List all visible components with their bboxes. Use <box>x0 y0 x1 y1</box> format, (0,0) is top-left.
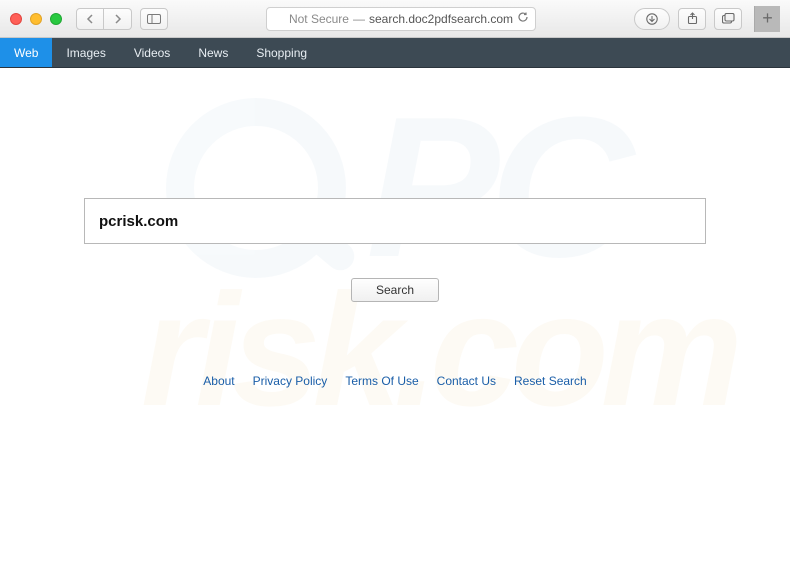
footer-link-terms[interactable]: Terms Of Use <box>345 374 418 388</box>
back-button[interactable] <box>76 8 104 30</box>
browser-toolbar: Not Secure — search.doc2pdfsearch.com + <box>0 0 790 38</box>
tab-web[interactable]: Web <box>0 38 52 67</box>
security-status: Not Secure <box>289 12 349 26</box>
search-area: Search About Privacy Policy Terms Of Use… <box>0 68 790 388</box>
tab-images[interactable]: Images <box>52 38 119 67</box>
minimize-window-button[interactable] <box>30 13 42 25</box>
toolbar-right: + <box>634 6 780 32</box>
close-window-button[interactable] <box>10 13 22 25</box>
footer-link-privacy[interactable]: Privacy Policy <box>253 374 328 388</box>
tab-label: News <box>198 46 228 60</box>
tab-label: Images <box>66 46 105 60</box>
address-bar[interactable]: Not Secure — search.doc2pdfsearch.com <box>266 7 536 31</box>
downloads-button[interactable] <box>634 8 670 30</box>
window-controls <box>10 13 62 25</box>
address-url: search.doc2pdfsearch.com <box>369 12 513 26</box>
footer-link-reset[interactable]: Reset Search <box>514 374 587 388</box>
tabs-button[interactable] <box>714 8 742 30</box>
category-tabs: Web Images Videos News Shopping <box>0 38 790 68</box>
tab-label: Videos <box>134 46 170 60</box>
footer-link-about[interactable]: About <box>203 374 234 388</box>
search-input[interactable] <box>84 198 706 244</box>
search-button[interactable]: Search <box>351 278 439 302</box>
share-button[interactable] <box>678 8 706 30</box>
tab-videos[interactable]: Videos <box>120 38 184 67</box>
page-content: PC risk.com Search About Privacy Policy … <box>0 68 790 572</box>
tab-label: Shopping <box>256 46 307 60</box>
tab-shopping[interactable]: Shopping <box>242 38 321 67</box>
nav-buttons <box>76 8 132 30</box>
tab-label: Web <box>14 46 38 60</box>
reload-icon[interactable] <box>517 11 529 26</box>
footer-links: About Privacy Policy Terms Of Use Contac… <box>203 374 586 388</box>
sidebar-toggle-button[interactable] <box>140 8 168 30</box>
footer-link-contact[interactable]: Contact Us <box>437 374 496 388</box>
maximize-window-button[interactable] <box>50 13 62 25</box>
address-separator: — <box>353 12 365 26</box>
tab-news[interactable]: News <box>184 38 242 67</box>
new-tab-button[interactable]: + <box>754 6 780 32</box>
forward-button[interactable] <box>104 8 132 30</box>
